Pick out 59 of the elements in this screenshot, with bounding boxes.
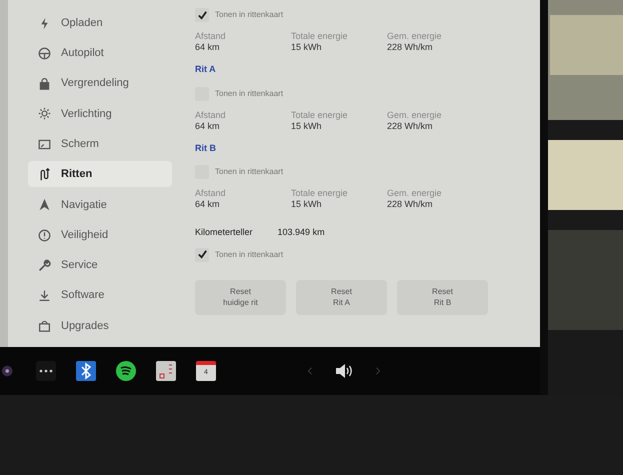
stat-label: Totale energie [291, 188, 349, 199]
route-icon [38, 168, 51, 181]
stat-value: 15 kWh [291, 120, 323, 132]
checkmark-icon [196, 10, 208, 20]
checkbox[interactable] [195, 8, 209, 22]
display-icon [38, 138, 51, 151]
stat-label: Afstand [195, 110, 227, 120]
stat-label: Totale energie [291, 31, 349, 42]
stat-value: 228 Wh/km [387, 199, 434, 210]
reset-button[interactable]: Reset huidige rit [195, 280, 286, 314]
stat-label: Totale energie [291, 110, 349, 120]
reset-button[interactable]: Reset Rit A [296, 280, 387, 314]
checkbox-label: Tonen in rittenkaart [215, 9, 284, 21]
navigation-arrow-icon [38, 198, 51, 212]
sidebar-item[interactable]: Upgrades [28, 312, 172, 339]
stat-value: 64 km [195, 120, 221, 132]
sidebar-item[interactable]: Autopilot [28, 40, 172, 66]
sidebar-item[interactable]: Verlichting [28, 100, 172, 127]
app-icon[interactable] [156, 361, 176, 381]
stat-value: 64 km [195, 199, 221, 210]
checkbox-label: Tonen in rittenkaart [215, 88, 284, 100]
download-icon [38, 289, 51, 302]
sun-icon [38, 107, 51, 120]
reset-button[interactable]: Reset Rit B [397, 280, 488, 314]
odometer-value: 103.949 km [278, 226, 325, 239]
sidebar-item[interactable]: Veiligheid [28, 222, 172, 248]
wrench-icon [38, 258, 51, 272]
sidebar-item[interactable]: Opladen [28, 10, 172, 36]
stat-label: Gem. energie [387, 31, 443, 42]
stat-value: 64 km [195, 42, 221, 53]
stat-label: Afstand [195, 188, 227, 199]
stat-value: 228 Wh/km [387, 42, 434, 53]
stat-value: 15 kWh [291, 199, 323, 210]
section-heading: Rit B [195, 142, 217, 154]
stat-label: Gem. energie [387, 188, 443, 199]
sidebar-item[interactable]: Service [28, 252, 172, 278]
stat-value: 228 Wh/km [387, 120, 434, 132]
section-heading: Rit A [195, 63, 217, 76]
stat-label: Afstand [195, 31, 227, 42]
sidebar-item[interactable]: Software [28, 282, 172, 309]
sidebar-item[interactable]: Navigatie [28, 192, 172, 218]
checkbox-label: Tonen in rittenkaart [215, 248, 284, 260]
checkbox[interactable] [195, 248, 209, 262]
sidebar-item[interactable]: Scherm [28, 131, 172, 158]
volume-icon[interactable] [334, 363, 354, 379]
bluetooth-icon[interactable] [76, 361, 96, 381]
more-icon[interactable] [36, 361, 56, 381]
stat-value: 15 kWh [291, 42, 323, 53]
music-app-icon[interactable] [116, 361, 136, 381]
sidebar-item[interactable]: Ritten [28, 161, 172, 188]
checkmark-icon [196, 249, 208, 260]
steering-wheel-icon [38, 46, 51, 60]
shopping-bag-icon [38, 319, 51, 332]
odometer-label: Kilometerteller [195, 226, 253, 239]
lock-icon [38, 77, 51, 90]
checkbox-label: Tonen in rittenkaart [215, 166, 284, 178]
alert-circle-icon [38, 228, 51, 242]
stat-label: Gem. energie [387, 110, 443, 120]
sidebar-item[interactable]: Vergrendeling [28, 70, 172, 97]
